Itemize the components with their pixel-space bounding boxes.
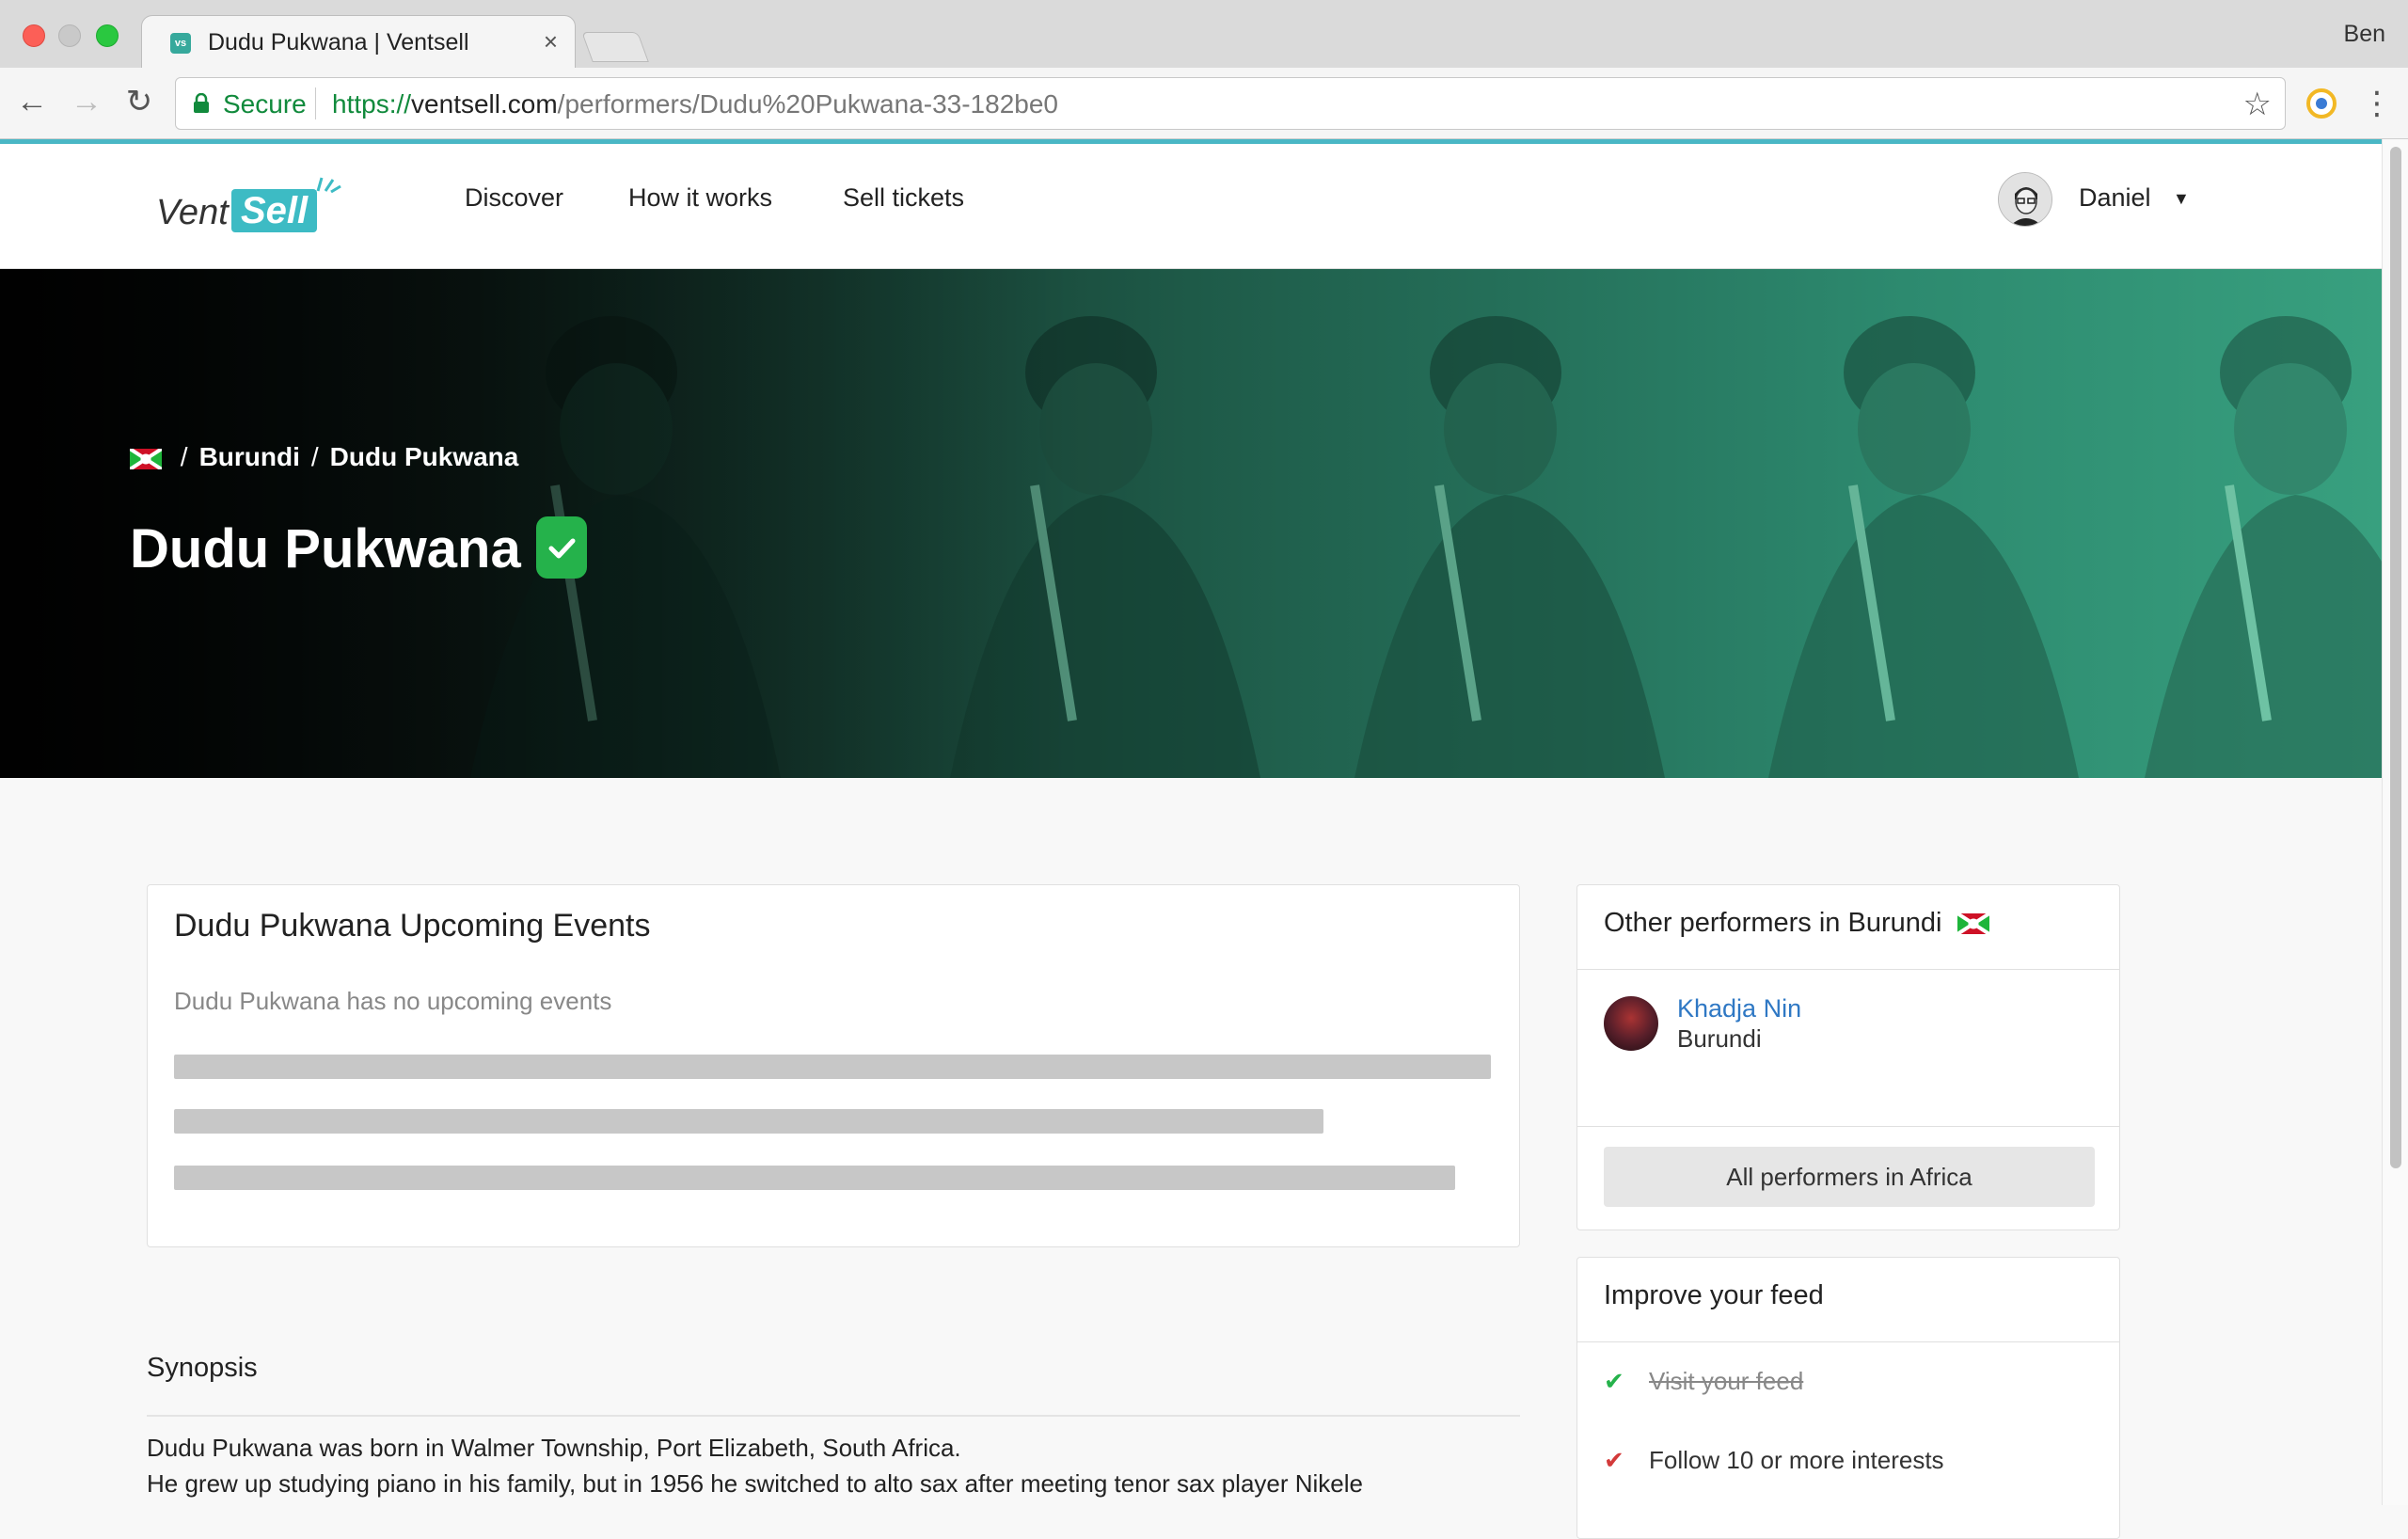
no-events-text: Dudu Pukwana has no upcoming events [174, 987, 612, 1015]
logo-sell-text: Sell [231, 189, 318, 232]
forward-arrow-icon[interactable]: → [68, 83, 105, 120]
other-performers-card: Other performers in Burundi Khadja Nin B… [1576, 884, 2120, 1230]
browser-menu-icon[interactable]: ⋮ [2361, 85, 2393, 122]
logo-spark-icon [316, 177, 341, 193]
performer-country: Burundi [1677, 1024, 1762, 1053]
breadcrumb: / Burundi / Dudu Pukwana [130, 442, 518, 472]
bookmark-star-icon[interactable]: ☆ [2243, 86, 2272, 123]
synopsis-title: Synopsis [147, 1353, 258, 1383]
url-host: ventsell.com [411, 89, 558, 119]
burundi-flag-icon [1956, 913, 1989, 935]
browser-toolbar: ← → ↻ Secure https://ventsell.com/perfor… [0, 68, 2408, 139]
breadcrumb-current: Dudu Pukwana [329, 442, 519, 471]
close-window-button[interactable] [23, 24, 45, 47]
browser-tab-active[interactable]: vs Dudu Pukwana | Ventsell × [141, 15, 576, 70]
logo-vent-text: Vent [156, 193, 229, 232]
tab-title: Dudu Pukwana | Ventsell [208, 29, 469, 56]
feed-task-item[interactable]: ✔ Visit your feed [1604, 1367, 1803, 1396]
other-performers-title: Other performers in Burundi [1604, 908, 1989, 939]
card-header: Improve your feed [1577, 1258, 2119, 1342]
synopsis-divider [147, 1415, 1520, 1417]
browser-tab-bar: vs Dudu Pukwana | Ventsell × Ben [0, 0, 2408, 70]
feed-task-item[interactable]: ✔ Follow 10 or more interests [1604, 1446, 1944, 1475]
synopsis-text-line: Dudu Pukwana was born in Walmer Township… [147, 1434, 961, 1462]
new-tab-button[interactable] [581, 32, 649, 62]
ventsell-favicon-icon: vs [170, 33, 191, 54]
url-scheme: https:// [332, 89, 412, 119]
hero-banner: / Burundi / Dudu Pukwana Dudu Pukwana [0, 269, 2382, 778]
address-bar[interactable]: Secure https://ventsell.com/performers/D… [175, 77, 2286, 130]
scrollbar-thumb[interactable] [2390, 147, 2401, 1168]
performer-name: Dudu Pukwana [130, 518, 521, 579]
browser-profile-name[interactable]: Ben [2344, 21, 2385, 48]
breadcrumb-country[interactable]: Burundi [199, 442, 300, 471]
extension-icon[interactable] [2306, 88, 2337, 119]
lock-icon [194, 93, 209, 113]
nav-discover[interactable]: Discover [465, 183, 563, 213]
breadcrumb-separator: / [310, 442, 319, 471]
improve-feed-title: Improve your feed [1604, 1280, 1824, 1310]
page-scrollbar[interactable] [2382, 139, 2408, 1505]
maximize-window-button[interactable] [96, 24, 119, 47]
nav-how-it-works[interactable]: How it works [628, 183, 772, 213]
skeleton-placeholder [174, 1166, 1455, 1190]
other-performers-title-text: Other performers in Burundi [1604, 908, 1942, 938]
upcoming-events-title: Dudu Pukwana Upcoming Events [174, 908, 651, 944]
secure-label: Secure [223, 89, 307, 119]
performer-link[interactable]: Khadja Nin [1677, 994, 1801, 1023]
user-avatar[interactable] [1998, 172, 2052, 227]
url-text[interactable]: https://ventsell.com/performers/Dudu%20P… [332, 89, 1058, 119]
performer-avatar[interactable] [1604, 996, 1658, 1051]
skeleton-placeholder [174, 1109, 1323, 1134]
tab-close-icon[interactable]: × [544, 27, 558, 56]
card-divider [1577, 1126, 2119, 1127]
minimize-window-button[interactable] [58, 24, 81, 47]
performer-title: Dudu Pukwana [130, 516, 587, 584]
all-performers-button[interactable]: All performers in Africa [1604, 1147, 2095, 1207]
check-icon: ✔ [1604, 1446, 1624, 1474]
chevron-down-icon[interactable]: ▼ [2173, 189, 2190, 209]
improve-feed-card: Improve your feed ✔ Visit your feed ✔ Foll… [1576, 1257, 2120, 1539]
back-arrow-icon[interactable]: ← [13, 83, 51, 120]
reload-icon[interactable]: ↻ [120, 83, 158, 120]
card-header: Other performers in Burundi [1577, 885, 2119, 970]
breadcrumb-separator: / [180, 442, 188, 471]
skeleton-placeholder [174, 1055, 1491, 1079]
user-menu-name[interactable]: Daniel [2079, 183, 2151, 213]
verified-check-icon [535, 516, 587, 579]
site-header: Vent Sell Discover How it works Sell tic… [0, 144, 2382, 269]
nav-sell-tickets[interactable]: Sell tickets [843, 183, 964, 213]
feed-task-label: Visit your feed [1649, 1367, 1804, 1395]
synopsis-text-line: He grew up studying piano in his family,… [147, 1469, 1363, 1498]
ventsell-logo[interactable]: Vent Sell [156, 172, 344, 238]
check-icon: ✔ [1604, 1367, 1624, 1395]
user-avatar-icon [1999, 173, 2052, 226]
feed-task-label: Follow 10 or more interests [1649, 1446, 1944, 1474]
url-path: /performers/Dudu%20Pukwana-33-182be0 [557, 89, 1058, 119]
url-separator [315, 87, 316, 119]
burundi-flag-icon[interactable] [130, 448, 162, 469]
upcoming-events-card: Dudu Pukwana Upcoming Events Dudu Pukwan… [147, 884, 1520, 1247]
